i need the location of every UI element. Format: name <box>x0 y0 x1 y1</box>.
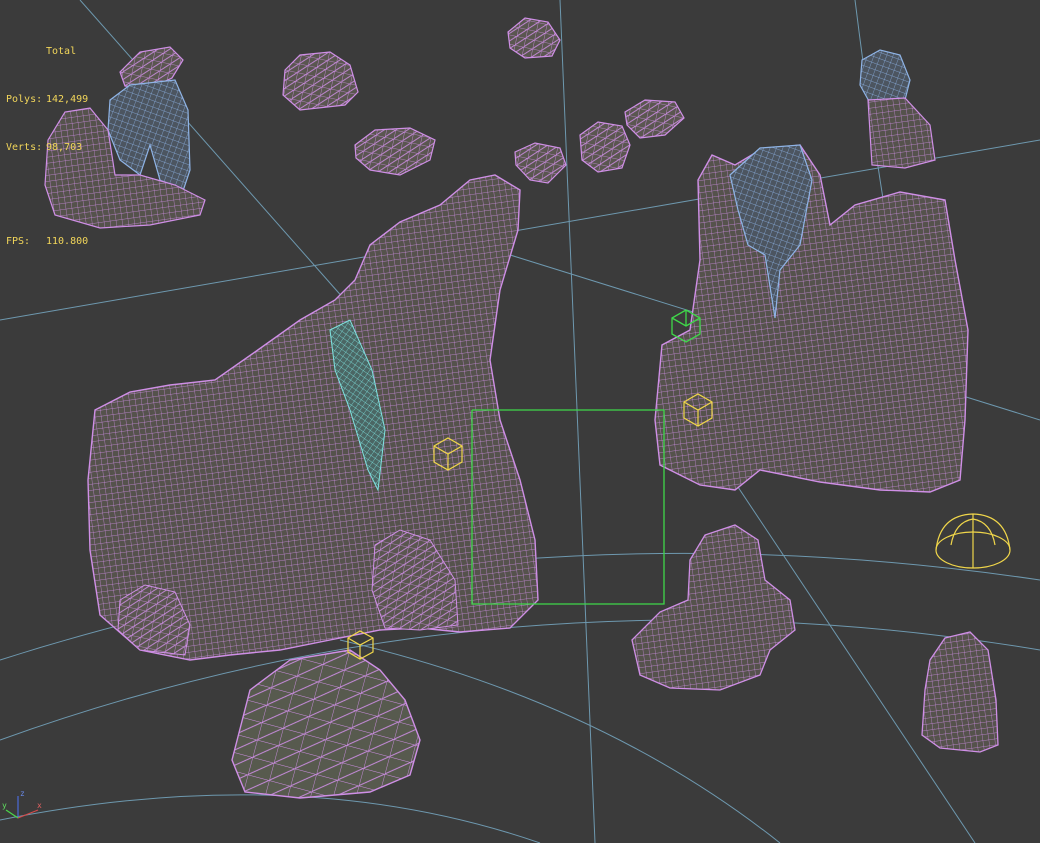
sky-dome-helper <box>935 513 1011 569</box>
axis-y-label: y <box>2 801 7 810</box>
verts-label: Verts: <box>6 142 43 153</box>
small-rock-group[interactable] <box>282 17 685 184</box>
rock-mesh-3 <box>354 127 436 176</box>
polys-value: 142,499 <box>46 94 89 105</box>
rock-mesh-6 <box>624 99 685 139</box>
fps-row: FPS: 110.800 <box>6 234 88 250</box>
arch-rock-right[interactable] <box>859 49 936 169</box>
verts-row: Verts: 98,703 <box>6 140 88 156</box>
verts-value: 98,703 <box>46 142 83 153</box>
viewport-scene[interactable] <box>0 0 1040 843</box>
polys-label: Polys: <box>6 94 43 105</box>
rock-mesh-4 <box>514 142 567 184</box>
cliff-rock-left[interactable] <box>87 174 539 661</box>
rock-mesh-2 <box>507 17 561 59</box>
fps-label: FPS: <box>6 236 31 247</box>
stats-title: Total <box>46 46 77 57</box>
rock-cluster-bottom[interactable] <box>631 524 796 691</box>
axis-x-line <box>17 809 39 819</box>
viewport-statistics: Total Polys: 142,499 Verts: 98,703 FPS: 110… <box>6 12 88 282</box>
stats-spacer <box>6 188 88 202</box>
standing-rock-right[interactable] <box>921 631 999 753</box>
boulder-low-poly[interactable] <box>231 649 421 799</box>
axis-z-label: z <box>20 789 25 798</box>
rock-mesh-1 <box>282 51 359 111</box>
axis-x-label: x <box>37 801 42 810</box>
fps-value: 110.800 <box>46 236 89 247</box>
polys-row: Polys: 142,499 <box>6 92 88 108</box>
rock-mesh-5 <box>579 121 631 173</box>
axis-gizmo: z x y <box>2 789 42 819</box>
3d-viewport[interactable]: Total Polys: 142,499 Verts: 98,703 FPS: 110… <box>0 0 1040 843</box>
cliff-rock-right[interactable] <box>654 144 969 493</box>
axis-y-line <box>5 809 19 819</box>
